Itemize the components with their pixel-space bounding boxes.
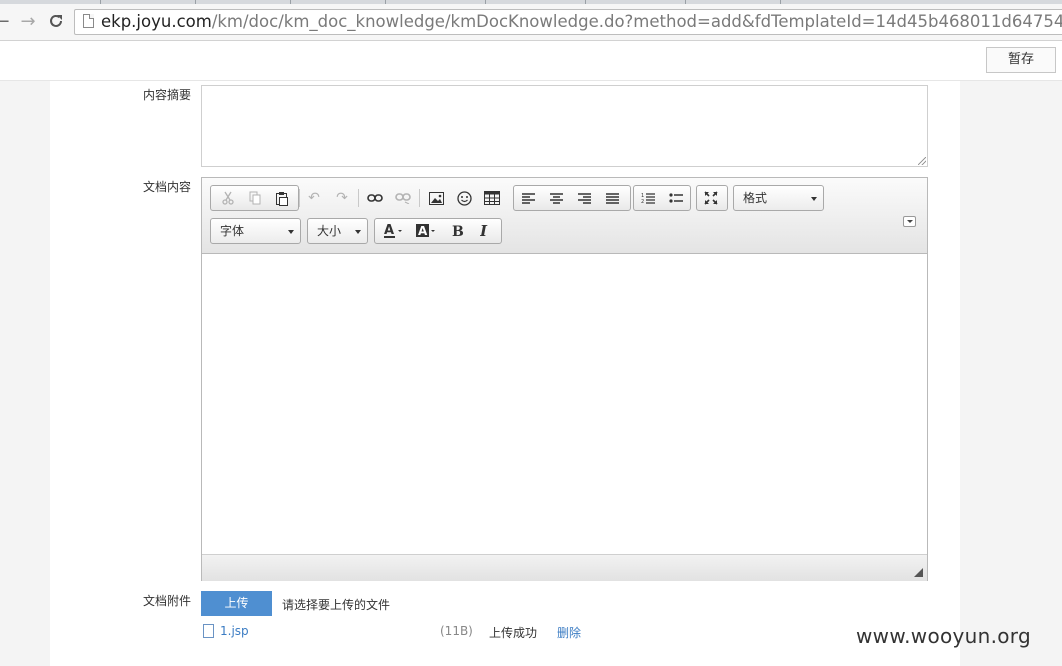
clipboard-group xyxy=(210,185,299,211)
cut-icon[interactable] xyxy=(214,186,241,210)
align-justify-icon[interactable] xyxy=(598,186,626,210)
editor-statusbar xyxy=(202,554,927,581)
alignment-group xyxy=(513,185,631,211)
paste-icon[interactable] xyxy=(268,186,295,210)
address-bar[interactable]: ekp.joyu.com/km/doc/km_doc_knowledge/kmD… xyxy=(74,9,1062,35)
svg-text:B: B xyxy=(452,224,464,238)
chevron-down-icon xyxy=(811,197,817,201)
file-icon xyxy=(203,624,214,638)
bulleted-list-icon[interactable] xyxy=(662,186,690,210)
font-size-dropdown[interactable]: 大小 xyxy=(307,218,368,244)
attachment-file-size: (11B) xyxy=(440,624,473,638)
align-center-icon[interactable] xyxy=(542,186,570,210)
attachment-file-name[interactable]: 1.jsp xyxy=(220,624,249,638)
delete-attachment-link[interactable]: 删除 xyxy=(557,624,581,641)
table-icon[interactable] xyxy=(478,186,506,210)
format-dropdown[interactable]: 格式 xyxy=(733,185,824,211)
bold-icon[interactable]: B xyxy=(444,219,472,243)
resize-grip-icon[interactable] xyxy=(918,157,926,165)
svg-text:A: A xyxy=(384,223,394,238)
emoticon-icon[interactable] xyxy=(450,186,478,210)
url-path: /km/doc/km_doc_knowledge/kmDocKnowledge.… xyxy=(211,12,1062,31)
maximize-group xyxy=(696,185,728,211)
svg-text:A: A xyxy=(418,224,428,238)
save-draft-button[interactable]: 暂存 xyxy=(986,47,1056,73)
page-topbar: 暂存 xyxy=(0,41,1062,81)
svg-text:I: I xyxy=(480,224,488,238)
undo-icon[interactable]: ↶ xyxy=(300,186,328,210)
text-color-icon[interactable]: A xyxy=(377,219,410,243)
rich-text-editor: ↶ ↷ 1 2 格式 字体 大小 A A B I xyxy=(201,177,928,581)
watermark: www.wooyun.org xyxy=(856,624,1031,648)
svg-text:2: 2 xyxy=(641,199,644,204)
summary-textarea[interactable] xyxy=(201,85,928,167)
text-style-group: A A B I xyxy=(374,218,502,244)
font-family-dropdown-value: 字体 xyxy=(220,224,245,238)
url-text: ekp.joyu.com/km/doc/km_doc_knowledge/kmD… xyxy=(101,10,1062,34)
unlink-icon[interactable] xyxy=(389,186,417,210)
toolbar-separator xyxy=(419,189,420,207)
align-left-icon[interactable] xyxy=(514,186,542,210)
maximize-icon[interactable] xyxy=(697,186,725,210)
format-dropdown-value: 格式 xyxy=(743,191,768,205)
toolbar-collapse-icon[interactable] xyxy=(903,216,916,227)
editor-content-area[interactable] xyxy=(202,254,927,554)
link-icon[interactable] xyxy=(361,186,389,210)
page-icon xyxy=(83,14,94,28)
editor-resize-icon[interactable] xyxy=(914,568,923,577)
summary-label: 内容摘要 xyxy=(143,88,192,102)
reload-icon[interactable] xyxy=(46,12,66,32)
numbered-list-icon[interactable]: 12 xyxy=(634,186,662,210)
attachment-label: 文档附件 xyxy=(143,594,192,608)
chevron-down-icon xyxy=(288,230,294,234)
upload-button[interactable]: 上传 xyxy=(201,591,272,616)
forward-icon[interactable]: → xyxy=(18,12,38,32)
toolbar-separator xyxy=(358,189,359,207)
attachment-file-row: 1.jsp (11B) 上传成功 删除 xyxy=(201,622,621,642)
back-icon[interactable]: ← xyxy=(0,12,12,32)
editor-toolbar: ↶ ↷ 1 2 格式 字体 大小 A A B I xyxy=(202,178,927,254)
font-size-dropdown-value: 大小 xyxy=(317,224,342,238)
content-label: 文档内容 xyxy=(143,180,192,194)
background-color-icon[interactable]: A xyxy=(410,219,443,243)
redo-icon[interactable]: ↷ xyxy=(328,186,356,210)
browser-navbar: ← → ekp.joyu.com/km/doc/km_doc_knowledge… xyxy=(0,4,1062,41)
align-right-icon[interactable] xyxy=(570,186,598,210)
list-group: 12 xyxy=(633,185,691,211)
upload-hint: 请选择要上传的文件 xyxy=(282,598,391,612)
chevron-down-icon xyxy=(355,230,361,234)
italic-icon[interactable]: I xyxy=(471,219,499,243)
attachment-upload-status: 上传成功 xyxy=(489,626,538,640)
copy-icon[interactable] xyxy=(241,186,268,210)
image-icon[interactable] xyxy=(422,186,450,210)
font-family-dropdown[interactable]: 字体 xyxy=(210,218,301,244)
url-host: ekp.joyu.com xyxy=(101,12,212,31)
